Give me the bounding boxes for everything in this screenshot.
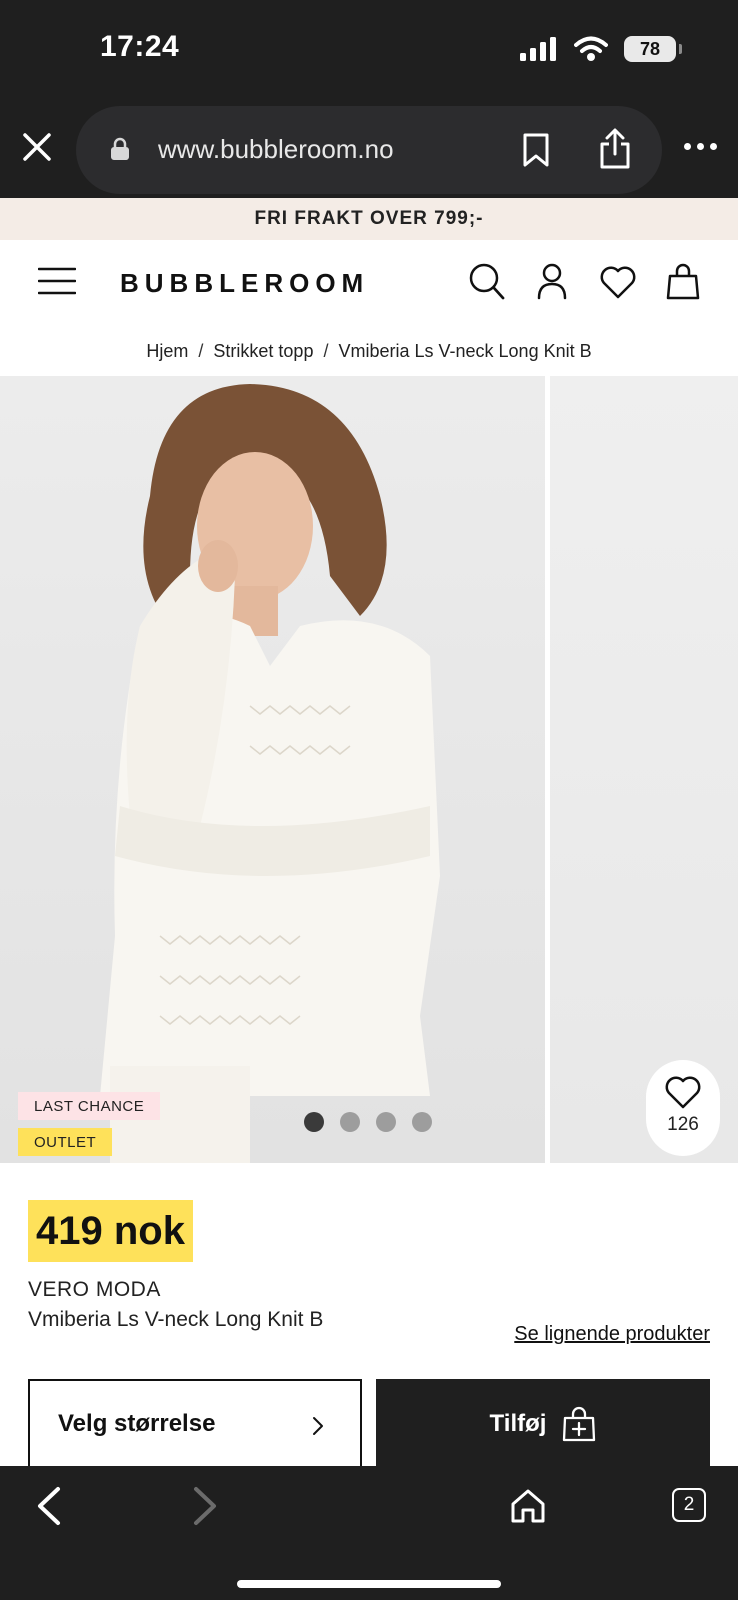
product-name: Vmiberia Ls V-neck Long Knit B [28, 1308, 324, 1331]
add-to-bag-icon [563, 1406, 596, 1442]
gallery-dot[interactable] [412, 1112, 432, 1132]
url-text: www.bubbleroom.no [158, 134, 394, 164]
wishlist-button[interactable]: 126 [646, 1060, 720, 1156]
product-price: 419 nok [28, 1200, 193, 1262]
account-icon[interactable] [536, 262, 568, 302]
tabs-button[interactable]: 2 [672, 1488, 706, 1522]
browser-top-chrome: 17:24 78 www.bubbleroom.no [0, 0, 738, 198]
site-header: BUBBLEROOM [0, 240, 738, 326]
badge-last-chance: LAST CHANCE [18, 1092, 161, 1120]
gallery-dot[interactable] [304, 1112, 324, 1132]
more-options-icon[interactable] [684, 143, 717, 150]
add-to-cart-label: Tilføj [489, 1410, 547, 1437]
promo-banner: FRI FRAKT OVER 799;- [0, 198, 738, 240]
badge-outlet: OUTLET [18, 1128, 113, 1156]
add-to-cart-button[interactable]: Tilføj [376, 1379, 710, 1469]
share-icon[interactable] [598, 128, 632, 170]
breadcrumb-item-home[interactable]: Hjem [146, 341, 188, 362]
home-icon[interactable] [510, 1488, 546, 1524]
breadcrumb-separator: / [323, 340, 329, 361]
forward-arrow-icon[interactable] [190, 1486, 220, 1526]
bookmark-icon[interactable] [522, 132, 550, 168]
chevron-right-icon [313, 1417, 323, 1435]
status-icons: 78 [520, 36, 682, 62]
product-brand[interactable]: VERO MODA [28, 1278, 161, 1302]
shopping-bag-icon[interactable] [666, 262, 700, 302]
back-arrow-icon[interactable] [34, 1486, 64, 1526]
wifi-icon [574, 36, 608, 61]
wishlist-heart-icon[interactable] [598, 262, 638, 302]
browser-bottom-toolbar: 2 [0, 1466, 738, 1600]
breadcrumb-separator: / [198, 340, 204, 361]
close-icon[interactable] [20, 130, 54, 164]
status-time: 17:24 [100, 30, 180, 63]
lock-icon [111, 137, 129, 160]
battery-indicator: 78 [624, 36, 682, 62]
brand-logo[interactable]: BUBBLEROOM [120, 268, 369, 299]
product-image[interactable]: LAST CHANCE OUTLET [0, 376, 545, 1163]
hamburger-menu-icon[interactable] [38, 266, 76, 296]
model-photo [100, 384, 440, 1163]
cellular-signal-icon [520, 37, 556, 61]
size-select-button[interactable]: Velg størrelse [28, 1379, 362, 1469]
search-icon[interactable] [468, 262, 506, 302]
gallery-pagination-dots [304, 1112, 432, 1132]
size-select-label: Velg størrelse [58, 1410, 216, 1437]
product-gallery[interactable]: LAST CHANCE OUTLET 126 [0, 376, 738, 1163]
address-bar[interactable]: www.bubbleroom.no [76, 106, 662, 194]
wishlist-count: 126 [667, 1114, 699, 1135]
breadcrumb-item-category[interactable]: Strikket topp [213, 341, 313, 362]
breadcrumb: Hjem / Strikket topp / Vmiberia Ls V-nec… [0, 326, 738, 376]
heart-icon [665, 1076, 701, 1109]
similar-products-link[interactable]: Se lignende produkter [514, 1323, 710, 1346]
home-indicator[interactable] [237, 1580, 501, 1588]
breadcrumb-item-current: Vmiberia Ls V-neck Long Knit B [338, 340, 592, 361]
gallery-dot[interactable] [340, 1112, 360, 1132]
gallery-dot[interactable] [376, 1112, 396, 1132]
next-product-image[interactable] [550, 376, 738, 1163]
